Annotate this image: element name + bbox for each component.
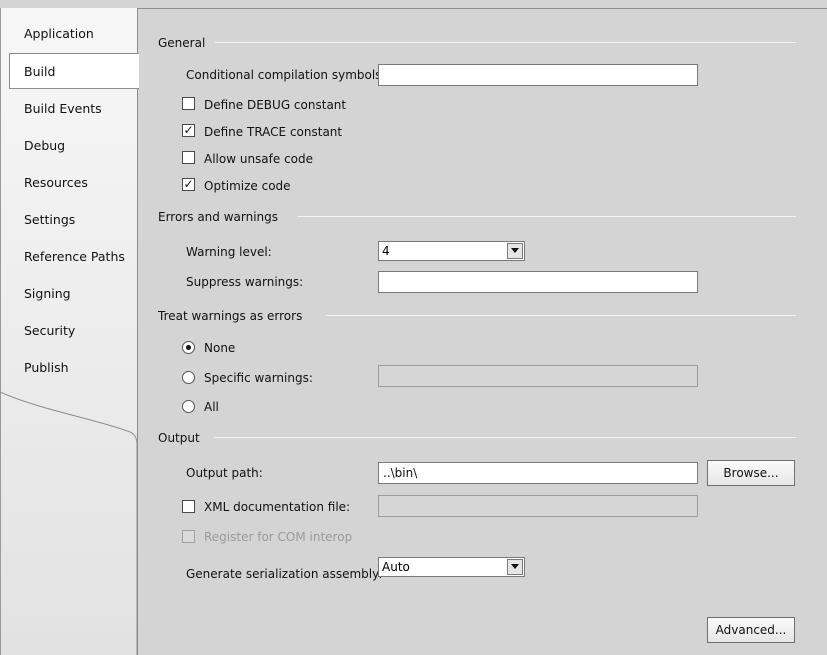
xml-documentation-checkbox[interactable] <box>182 500 195 513</box>
errors-section-title: Errors and warnings <box>158 210 279 224</box>
none-radio-label: None <box>204 341 236 355</box>
output-divider <box>214 437 796 438</box>
specific-warnings-input[interactable] <box>378 365 698 387</box>
define-debug-checkbox[interactable] <box>182 97 195 110</box>
sidebar-item-debug[interactable]: Debug <box>10 127 137 163</box>
optimize-code-label: Optimize code <box>204 179 291 193</box>
sidebar-item-label: Application <box>24 25 94 41</box>
allow-unsafe-checkbox[interactable] <box>182 151 195 164</box>
specific-warnings-radio[interactable] <box>182 371 195 384</box>
define-trace-label: Define TRACE constant <box>204 125 343 139</box>
chevron-down-icon[interactable] <box>507 559 523 575</box>
optimize-code-checkbox[interactable]: ✓ <box>182 178 195 191</box>
sidebar-tab-curve <box>0 391 138 655</box>
xml-documentation-input[interactable] <box>378 495 698 517</box>
output-section-title: Output <box>158 431 200 445</box>
serialization-assembly-label: Generate serialization assembly: <box>186 567 383 581</box>
chevron-down-icon[interactable] <box>507 243 523 259</box>
sidebar-item-label: Security <box>24 322 76 338</box>
xml-documentation-label: XML documentation file: <box>204 500 351 514</box>
sidebar-item-application[interactable]: Application <box>10 15 137 51</box>
project-properties-window: Application Build Build Events Debug Res… <box>0 0 827 655</box>
suppress-warnings-input[interactable] <box>378 271 698 293</box>
conditional-symbols-label: Conditional compilation symbols: <box>186 68 386 82</box>
sidebar-item-build[interactable]: Build <box>9 53 139 89</box>
general-divider <box>215 42 796 43</box>
sidebar-item-signing[interactable]: Signing <box>10 275 137 311</box>
specific-warnings-label: Specific warnings: <box>204 371 313 385</box>
conditional-symbols-input[interactable] <box>378 64 698 86</box>
treat-warnings-section-title: Treat warnings as errors <box>158 309 303 323</box>
sidebar-item-label: Resources <box>24 174 88 190</box>
treat-warnings-divider <box>326 315 796 316</box>
define-trace-checkbox[interactable]: ✓ <box>182 124 195 137</box>
suppress-warnings-label: Suppress warnings: <box>186 275 304 289</box>
radio-selected-dot <box>186 345 191 350</box>
sidebar-item-label: Publish <box>24 359 69 375</box>
sidebar-item-label: Debug <box>24 137 66 153</box>
define-debug-label: Define DEBUG constant <box>204 98 347 112</box>
warning-level-select[interactable]: 4 <box>378 241 525 261</box>
sidebar-item-publish[interactable]: Publish <box>10 349 137 385</box>
allow-unsafe-label: Allow unsafe code <box>204 152 314 166</box>
output-path-input[interactable]: ..\bin\ <box>378 462 698 484</box>
serialization-assembly-select[interactable]: Auto <box>378 557 525 577</box>
sidebar-item-build-events[interactable]: Build Events <box>10 90 137 126</box>
serialization-assembly-value: Auto <box>382 560 410 574</box>
warning-level-label: Warning level: <box>186 245 272 259</box>
none-radio[interactable] <box>182 341 195 354</box>
sidebar-item-label: Build Events <box>24 100 102 116</box>
general-section-title: General <box>158 36 206 50</box>
sidebar-item-resources[interactable]: Resources <box>10 164 137 200</box>
sidebar-item-label: Build <box>24 63 56 79</box>
sidebar-item-label: Signing <box>24 285 71 301</box>
errors-divider <box>298 216 796 217</box>
sidebar-item-reference-paths[interactable]: Reference Paths <box>10 238 137 274</box>
sidebar-item-label: Reference Paths <box>24 248 125 264</box>
com-interop-checkbox <box>182 530 195 543</box>
com-interop-label: Register for COM interop <box>204 530 353 544</box>
sidebar-item-security[interactable]: Security <box>10 312 137 348</box>
advanced-button[interactable]: Advanced... <box>707 617 795 643</box>
warning-level-value: 4 <box>382 244 390 258</box>
browse-button[interactable]: Browse... <box>707 460 795 486</box>
all-radio[interactable] <box>182 400 195 413</box>
sidebar-item-label: Settings <box>24 211 76 227</box>
sidebar-item-settings[interactable]: Settings <box>10 201 137 237</box>
all-radio-label: All <box>204 400 219 414</box>
output-path-label: Output path: <box>186 466 263 480</box>
